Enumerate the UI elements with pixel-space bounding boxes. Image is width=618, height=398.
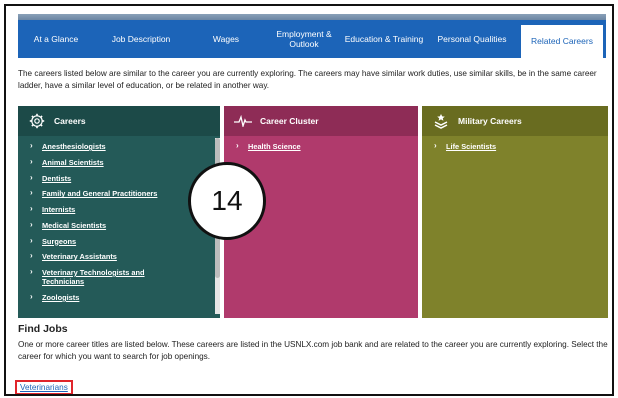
list-item: › Veterinary Assistants: [30, 251, 210, 262]
career-link[interactable]: Veterinary Technologists and Technicians: [42, 268, 160, 287]
chevron-right-icon: ›: [30, 292, 33, 301]
chevron-right-icon: ›: [30, 188, 33, 198]
chevron-right-icon: ›: [30, 235, 33, 245]
military-chevron-icon: [432, 112, 450, 130]
career-link[interactable]: Animal Scientists: [42, 158, 104, 167]
list-item: › Anesthesiologists: [30, 141, 210, 152]
cluster-list: › Health Science: [224, 136, 418, 152]
chevron-right-icon: ›: [236, 141, 239, 150]
career-link[interactable]: Medical Scientists: [42, 221, 106, 230]
highlighted-link-box: Veterinarians: [15, 380, 73, 394]
tab-job-description[interactable]: Job Description: [94, 20, 188, 58]
career-link[interactable]: Family and General Practitioners: [42, 189, 157, 198]
list-item: › Dentists: [30, 172, 210, 183]
cluster-panel-title: Career Cluster: [260, 116, 319, 126]
chevron-right-icon: ›: [30, 251, 33, 261]
cluster-panel-header: Career Cluster: [224, 106, 418, 136]
careers-panel-title: Careers: [54, 116, 86, 126]
list-item: › Animal Scientists: [30, 156, 210, 167]
careers-list: › Anesthesiologists › Animal Scientists › D…: [18, 136, 220, 303]
military-panel-header: Military Careers: [422, 106, 608, 136]
list-item: › Health Science: [236, 141, 408, 152]
step-number-badge: 14: [188, 162, 266, 240]
tab-bar: At a Glance Job Description Wages Employ…: [18, 20, 606, 58]
career-link[interactable]: Zoologists: [42, 293, 79, 302]
career-link[interactable]: Surgeons: [42, 237, 76, 246]
tab-education-training[interactable]: Education & Training: [344, 20, 424, 58]
military-list: › Life Scientists: [422, 136, 608, 152]
tab-employment-outlook[interactable]: Employment & Outlook: [264, 20, 344, 58]
chevron-right-icon: ›: [30, 204, 33, 213]
tab-personal-qualities[interactable]: Personal Qualities: [424, 20, 520, 58]
chevron-right-icon: ›: [30, 172, 33, 182]
heartbeat-icon: [234, 112, 252, 130]
list-item: › Family and General Practitioners: [30, 188, 210, 199]
list-item: › Zoologists: [30, 292, 210, 303]
career-link[interactable]: Veterinary Assistants: [42, 252, 117, 261]
career-link[interactable]: Internists: [42, 205, 75, 214]
military-careers-panel: Military Careers › Life Scientists: [422, 106, 608, 318]
list-item: › Life Scientists: [434, 141, 598, 152]
chevron-right-icon: ›: [30, 267, 33, 276]
veterinarians-link[interactable]: Veterinarians: [20, 383, 68, 392]
military-panel-title: Military Careers: [458, 116, 522, 126]
list-item: › Surgeons: [30, 235, 210, 246]
tab-wages[interactable]: Wages: [188, 20, 264, 58]
intro-text: The careers listed below are similar to …: [18, 69, 597, 90]
find-jobs-description: One or more career titles are listed bel…: [18, 340, 608, 361]
list-item: › Internists: [30, 204, 210, 215]
find-jobs-heading: Find Jobs: [18, 323, 68, 335]
chevron-right-icon: ›: [30, 156, 33, 166]
gear-icon: [28, 112, 46, 130]
chevron-right-icon: ›: [30, 219, 33, 229]
cluster-link[interactable]: Health Science: [248, 142, 301, 151]
chevron-right-icon: ›: [30, 141, 33, 150]
tab-related-careers[interactable]: Related Careers: [520, 24, 604, 58]
page-frame: At a Glance Job Description Wages Employ…: [4, 4, 614, 396]
careers-panel-header: Careers: [18, 106, 220, 136]
list-item: › Medical Scientists: [30, 219, 210, 230]
chevron-right-icon: ›: [434, 141, 437, 150]
career-link[interactable]: Dentists: [42, 174, 71, 183]
career-link[interactable]: Anesthesiologists: [42, 142, 106, 151]
list-item: › Veterinary Technologists and Technician…: [30, 268, 210, 287]
military-link[interactable]: Life Scientists: [446, 142, 496, 151]
tab-at-a-glance[interactable]: At a Glance: [18, 20, 94, 58]
